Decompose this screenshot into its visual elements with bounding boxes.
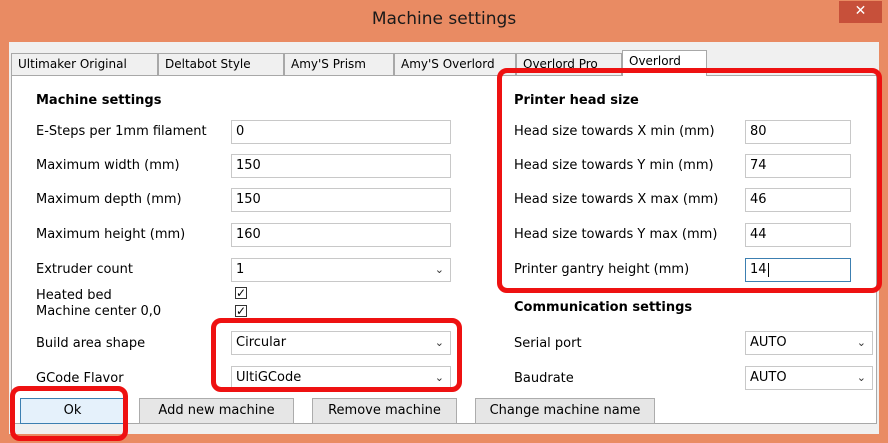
max-height-input[interactable]: 160 — [231, 223, 451, 247]
machine-center-label: Machine center 0,0 — [36, 304, 162, 319]
gcode-flavor-value: UltiGCode — [236, 370, 302, 385]
max-width-label: Maximum width (mm) — [36, 158, 180, 173]
extruder-count-value: 1 — [236, 262, 245, 277]
close-button[interactable]: ✕ — [839, 1, 882, 23]
baudrate-value: AUTO — [750, 370, 787, 385]
build-area-shape-value: Circular — [236, 335, 287, 350]
head-xmin-label: Head size towards X min (mm) — [514, 124, 715, 139]
gantry-height-input[interactable]: 14 — [745, 258, 851, 282]
head-ymin-input[interactable]: 74 — [745, 154, 851, 178]
remove-machine-button[interactable]: Remove machine — [312, 398, 457, 424]
extruder-count-dropdown[interactable]: 1 ⌄ — [231, 258, 451, 282]
machine-tabs: Ultimaker Original Deltabot Style Amy'S … — [9, 50, 879, 76]
tab-overlord[interactable]: Overlord — [622, 50, 707, 76]
machine-center-checkbox[interactable]: ✓ — [235, 305, 247, 317]
heated-bed-label: Heated bed — [36, 288, 112, 303]
serial-port-value: AUTO — [750, 335, 787, 350]
gcode-flavor-dropdown[interactable]: UltiGCode ⌄ — [231, 366, 451, 390]
checkmark-icon: ✓ — [236, 286, 247, 300]
head-ymin-label: Head size towards Y min (mm) — [514, 158, 714, 173]
machine-settings-dialog: Machine settings ✕ Ultimaker Original De… — [0, 0, 888, 443]
tab-amys-overlord[interactable]: Amy'S Overlord — [394, 53, 516, 75]
machine-settings-heading: Machine settings — [36, 93, 162, 108]
max-height-label: Maximum height (mm) — [36, 227, 186, 242]
chevron-down-icon: ⌄ — [434, 371, 444, 384]
max-width-input[interactable]: 150 — [231, 154, 451, 178]
chevron-down-icon: ⌄ — [434, 263, 444, 276]
text-cursor — [767, 262, 769, 277]
add-new-machine-button[interactable]: Add new machine — [139, 398, 294, 424]
build-area-shape-dropdown[interactable]: Circular ⌄ — [231, 331, 451, 355]
head-ymax-input[interactable]: 44 — [745, 223, 851, 247]
baudrate-label: Baudrate — [514, 371, 574, 386]
head-xmax-label: Head size towards X max (mm) — [514, 192, 719, 207]
tab-amys-prism[interactable]: Amy'S Prism — [284, 53, 394, 75]
title-bar[interactable]: Machine settings ✕ — [0, 0, 888, 42]
max-depth-input[interactable]: 150 — [231, 188, 451, 212]
close-icon: ✕ — [854, 3, 867, 19]
ok-button[interactable]: Ok — [20, 398, 125, 424]
gantry-height-label: Printer gantry height (mm) — [514, 262, 690, 277]
serial-port-label: Serial port — [514, 336, 582, 351]
head-xmin-input[interactable]: 80 — [745, 120, 851, 144]
window-title: Machine settings — [371, 9, 517, 29]
extruder-count-label: Extruder count — [36, 262, 133, 277]
build-area-shape-label: Build area shape — [36, 336, 146, 351]
chevron-down-icon: ⌄ — [434, 336, 444, 349]
head-xmax-input[interactable]: 46 — [745, 188, 851, 212]
chevron-down-icon: ⌄ — [856, 336, 866, 349]
head-ymax-label: Head size towards Y max (mm) — [514, 227, 718, 242]
esteps-input[interactable]: 0 — [231, 120, 451, 144]
chevron-down-icon: ⌄ — [856, 371, 866, 384]
serial-port-dropdown[interactable]: AUTO ⌄ — [745, 331, 873, 355]
esteps-label: E-Steps per 1mm filament — [36, 124, 207, 139]
dialog-client-area: Ultimaker Original Deltabot Style Amy'S … — [9, 42, 879, 434]
baudrate-dropdown[interactable]: AUTO ⌄ — [745, 366, 873, 390]
tab-deltabot-style[interactable]: Deltabot Style — [158, 53, 284, 75]
communication-settings-heading: Communication settings — [514, 300, 693, 315]
checkmark-icon: ✓ — [236, 304, 247, 318]
heated-bed-checkbox[interactable]: ✓ — [235, 287, 247, 299]
change-machine-name-button[interactable]: Change machine name — [475, 398, 655, 424]
gcode-flavor-label: GCode Flavor — [36, 371, 124, 386]
printer-head-size-heading: Printer head size — [514, 93, 639, 108]
tab-overlord-pro[interactable]: Overlord Pro — [516, 53, 622, 75]
tab-panel: Machine settings E-Steps per 1mm filamen… — [11, 75, 877, 424]
tab-ultimaker-original[interactable]: Ultimaker Original — [11, 53, 158, 75]
max-depth-label: Maximum depth (mm) — [36, 192, 182, 207]
gantry-height-value: 14 — [750, 262, 767, 277]
